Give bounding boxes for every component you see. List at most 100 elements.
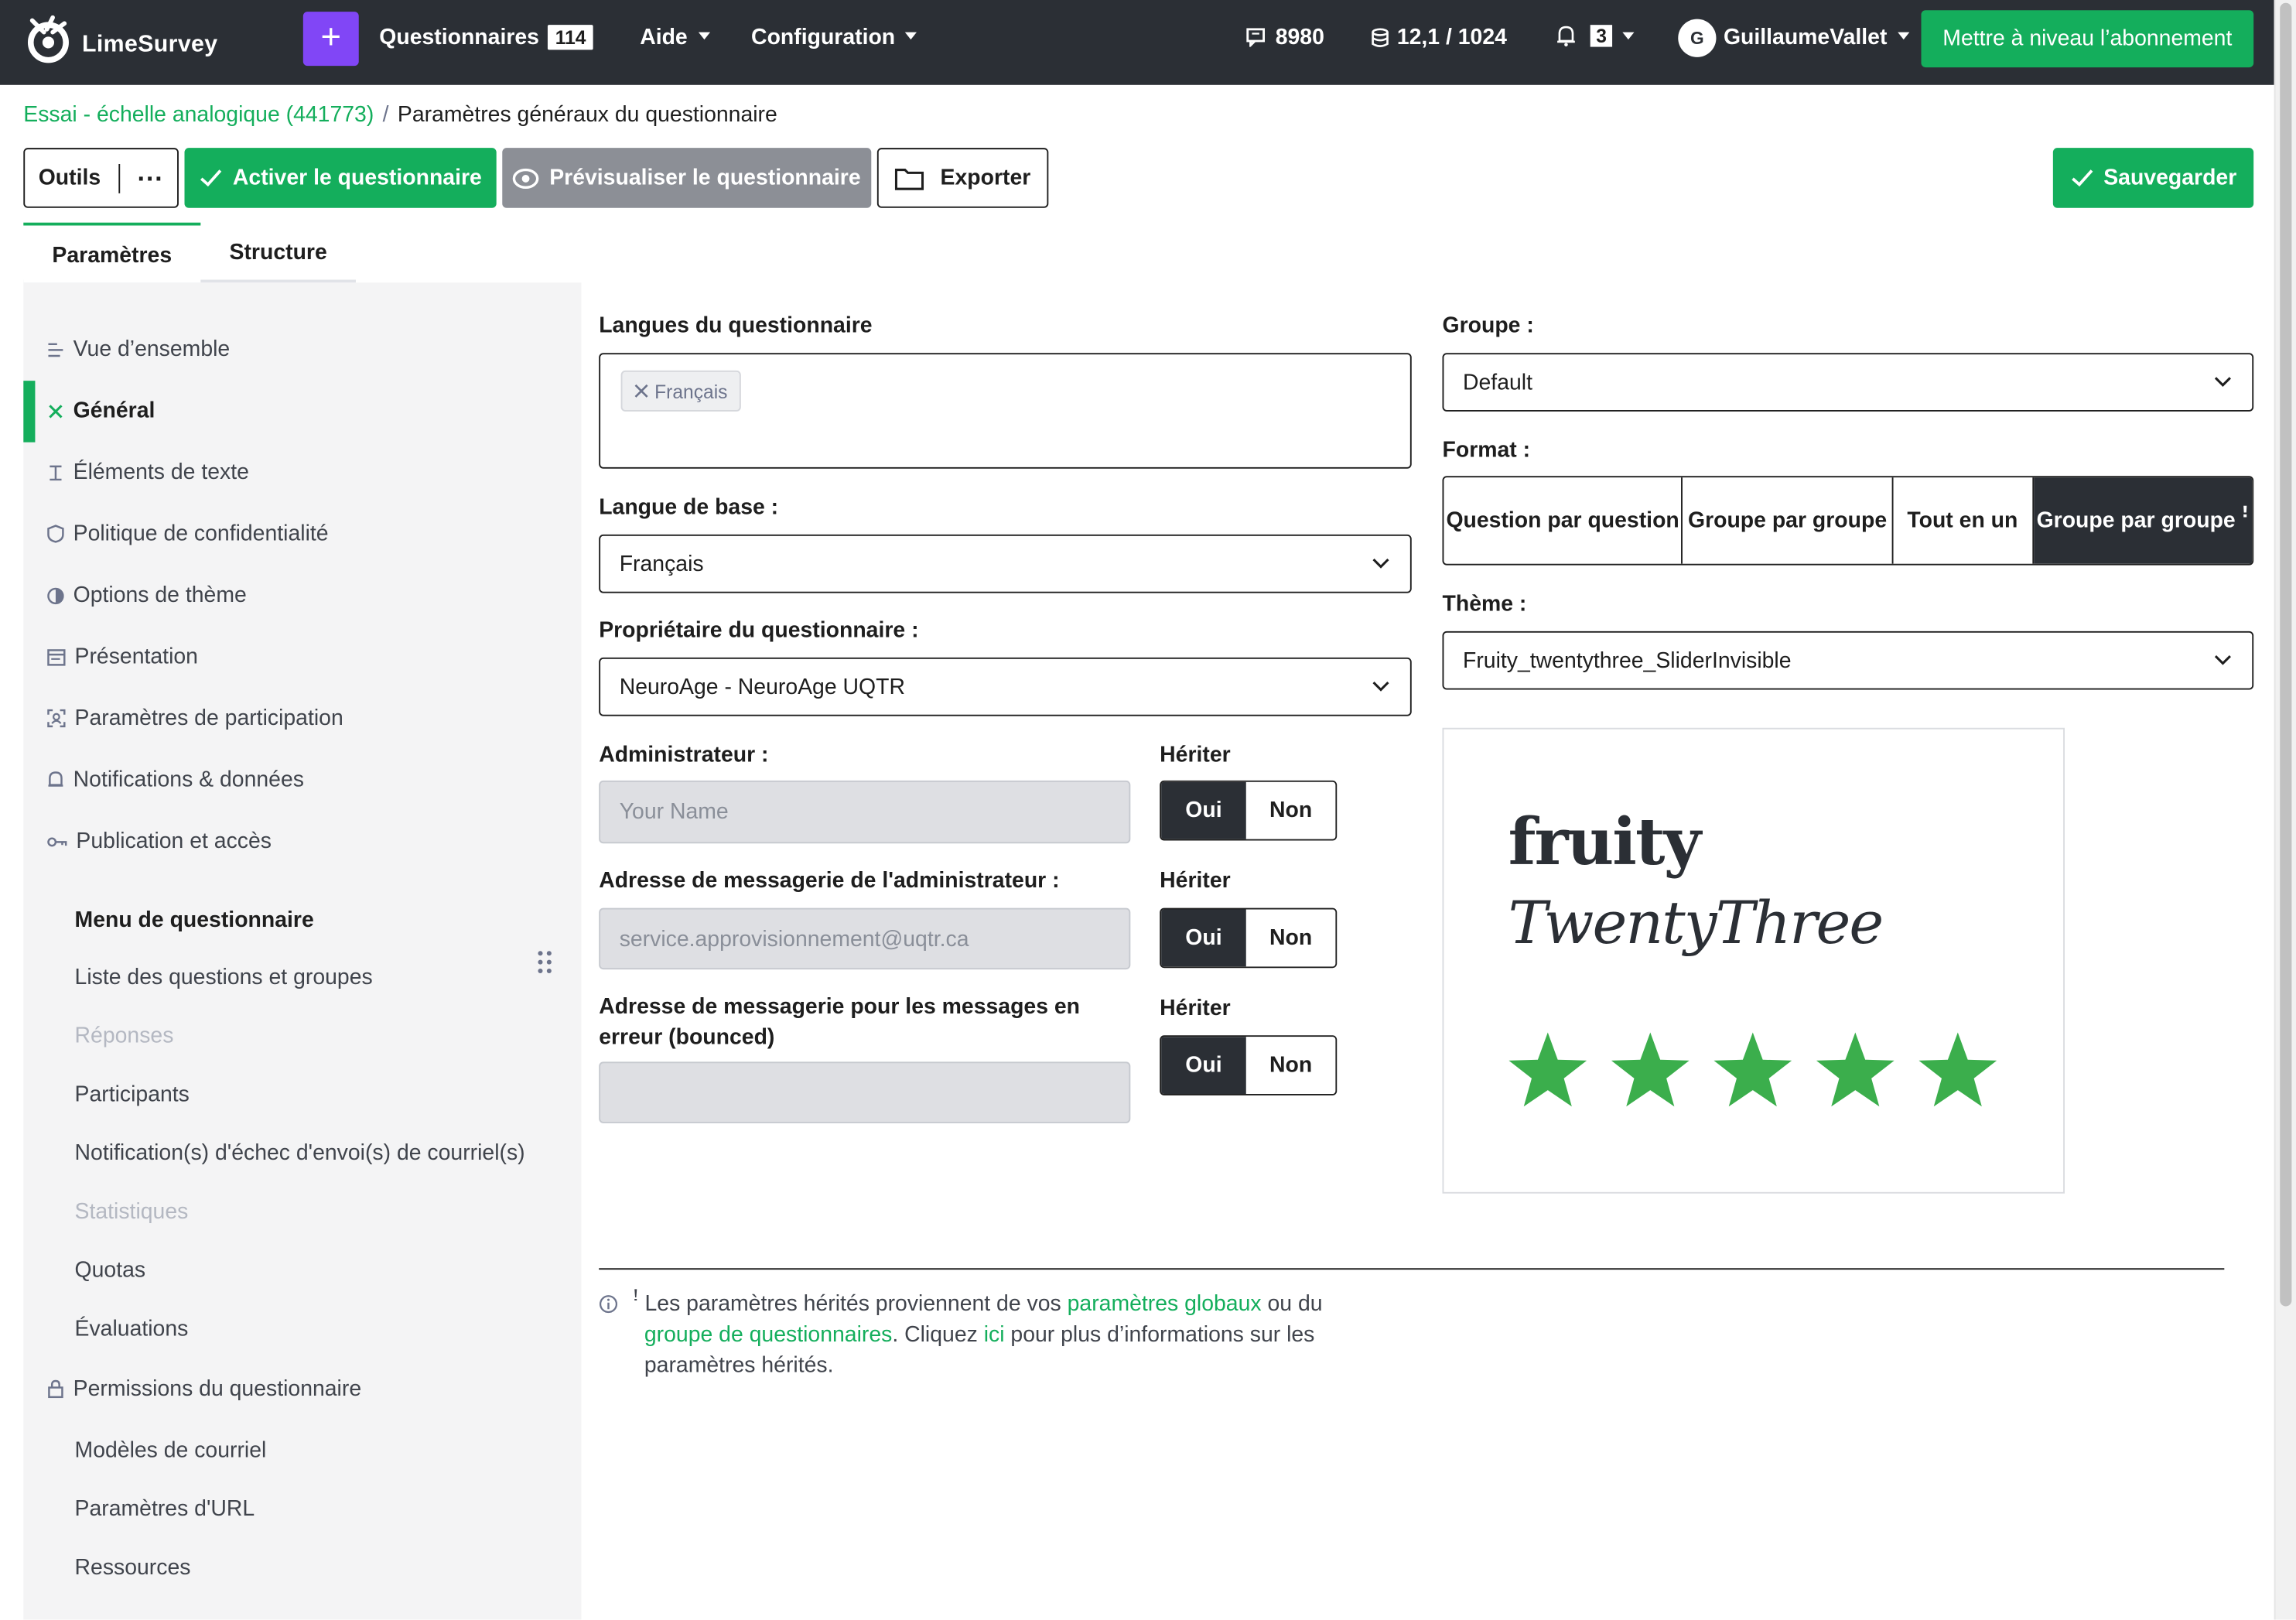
here-link[interactable]: ici: [984, 1322, 1005, 1347]
breadcrumb-survey-link[interactable]: Essai - échelle analogique (441773): [23, 103, 374, 128]
star-icon: [1816, 1032, 1895, 1107]
survey-menu-heading: Menu de questionnaire: [74, 907, 314, 933]
nav-questionnaires[interactable]: Questionnaires 114: [379, 25, 593, 50]
page-scrollbar[interactable]: [2274, 0, 2296, 1620]
global-settings-link[interactable]: paramètres globaux: [1068, 1292, 1262, 1317]
nav-config-label: Configuration: [751, 25, 896, 50]
format-option-all-in-one[interactable]: Tout en un: [1893, 477, 2034, 564]
bounce-email-label: Adresse de messagerie pour les messages …: [599, 994, 1081, 1051]
sidebar-item-publication[interactable]: Publication et accès: [47, 829, 272, 854]
preview-survey-button[interactable]: Prévisualiser le questionnaire: [502, 148, 872, 208]
star-icon: [1508, 1032, 1587, 1107]
export-label: Exporter: [940, 165, 1031, 191]
chat-icon: [1246, 28, 1265, 47]
theme-select[interactable]: Fruity_twentythree_SliderInvisible: [1442, 631, 2254, 690]
owner-select[interactable]: NeuroAge - NeuroAge UQTR: [599, 657, 1412, 716]
bounce-email-inherit-toggle[interactable]: Oui Non: [1160, 1035, 1338, 1095]
bell-icon: [1557, 26, 1575, 47]
sidebar-item-label: Notifications & données: [73, 767, 304, 793]
inherit-yes-option[interactable]: Oui: [1161, 1037, 1246, 1094]
admin-email-input[interactable]: service.approvisionnement@uqtr.ca: [599, 907, 1131, 970]
user-menu[interactable]: GuillaumeVallet: [1724, 25, 1909, 50]
check-icon: [2071, 169, 2093, 187]
logo[interactable]: LimeSurvey: [23, 12, 217, 64]
inherit-yes-option[interactable]: Oui: [1161, 781, 1246, 839]
group-select[interactable]: Default: [1442, 353, 2254, 412]
tools-label: Outils: [38, 165, 101, 191]
caret-down-icon: [1622, 32, 1635, 40]
upgrade-button[interactable]: Mettre à niveau l’abonnement: [1921, 10, 2254, 68]
admin-name-input[interactable]: Your Name: [599, 780, 1131, 844]
remove-icon[interactable]: [634, 384, 649, 398]
sidebar-item-general[interactable]: Général: [47, 398, 155, 423]
text-cursor-icon: [50, 464, 62, 480]
languages-label: Langues du questionnaire: [599, 313, 873, 339]
sidebar-item-text-elements[interactable]: Éléments de texte: [47, 460, 249, 485]
sidebar-item-participation[interactable]: Paramètres de participation: [47, 706, 343, 731]
sidebar-menu-question-list[interactable]: Liste des questions et groupes: [75, 965, 373, 989]
sidebar-item-presentation[interactable]: Présentation: [47, 644, 198, 669]
sidebar-menu-participants[interactable]: Participants: [75, 1082, 190, 1107]
format-option-inherit[interactable]: Groupe par groupe ꜝ: [2033, 477, 2253, 564]
scrollbar-thumb[interactable]: [2280, 2, 2292, 1307]
sidebar-item-permissions[interactable]: Permissions du questionnaire: [47, 1376, 362, 1402]
admin-email-inherit-toggle[interactable]: Oui Non: [1160, 907, 1338, 969]
admin-email-label: Adresse de messagerie de l'administrateu…: [599, 868, 1060, 894]
sidebar-item-label: Paramètres de participation: [74, 706, 343, 731]
language-tag-label: Français: [654, 380, 728, 402]
format-option-group[interactable]: Groupe par groupe: [1683, 477, 1894, 564]
activate-survey-button[interactable]: Activer le questionnaire: [184, 148, 497, 208]
inherit-yes-option[interactable]: Oui: [1161, 909, 1246, 967]
nav-questionnaires-label: Questionnaires: [379, 25, 539, 50]
sidebar-menu-url-params[interactable]: Paramètres d'URL: [75, 1497, 255, 1522]
bounce-email-input[interactable]: [599, 1061, 1131, 1123]
sidebar-item-notifications[interactable]: Notifications & données: [47, 767, 304, 792]
avatar[interactable]: G: [1678, 19, 1717, 57]
sidebar-menu-resources[interactable]: Ressources: [75, 1555, 191, 1580]
notifications-menu[interactable]: 3: [1556, 25, 1635, 47]
sidebar-menu-bounce-notifications[interactable]: Notification(s) d'échec d'envoi(s) de co…: [75, 1141, 525, 1166]
theme-preview-subtitle: TwentyThree: [1508, 890, 1884, 958]
sidebar-item-privacy[interactable]: Politique de confidentialité: [47, 521, 329, 546]
admin-name-placeholder: Your Name: [619, 799, 729, 825]
chevron-down-icon: [2214, 377, 2231, 387]
inherit-no-option[interactable]: Non: [1245, 1037, 1336, 1094]
brand-name: LimeSurvey: [82, 32, 218, 57]
tools-icon: [49, 404, 63, 418]
nav-help-menu[interactable]: Aide: [640, 25, 710, 50]
breadcrumb-separator: /: [382, 102, 389, 128]
caret-down-icon: [697, 32, 710, 40]
chevron-down-icon: [1372, 682, 1389, 692]
sidebar-item-overview[interactable]: Vue d’ensemble: [47, 337, 230, 362]
tools-button[interactable]: Outils ···: [23, 148, 179, 208]
inherit-no-option[interactable]: Non: [1245, 781, 1336, 839]
languages-multiselect[interactable]: Français: [599, 353, 1412, 469]
group-label: Groupe :: [1442, 313, 1534, 339]
format-segmented-control[interactable]: Question par question Groupe par groupe …: [1442, 476, 2254, 566]
sidebar-item-theme-options[interactable]: Options de thème: [47, 583, 247, 608]
survey-group-link[interactable]: groupe de questionnaires: [644, 1322, 892, 1347]
responses-stat[interactable]: 8980: [1246, 25, 1324, 50]
export-button[interactable]: Exporter: [876, 148, 1049, 208]
base-language-select[interactable]: Français: [599, 534, 1412, 593]
save-button[interactable]: Sauvegarder: [2052, 148, 2254, 208]
storage-stat[interactable]: 12,1 / 1024: [1371, 25, 1507, 50]
app-root: LimeSurvey + Questionnaires 114 Aide Conf…: [0, 0, 2296, 1620]
sidebar-menu-email-templates[interactable]: Modèles de courriel: [75, 1438, 267, 1463]
top-navbar: LimeSurvey + Questionnaires 114 Aide Conf…: [0, 0, 2274, 85]
inherit-no-option[interactable]: Non: [1245, 909, 1336, 967]
format-option-question[interactable]: Question par question: [1444, 477, 1683, 564]
drag-handle-icon[interactable]: [536, 949, 554, 976]
note-prefix: ꜝ Les paramètres hérités proviennent de …: [632, 1291, 1068, 1317]
star-icon: [1918, 1032, 1997, 1107]
create-button[interactable]: +: [302, 12, 359, 67]
nav-config-menu[interactable]: Configuration: [751, 25, 917, 50]
sidebar-menu-quotas[interactable]: Quotas: [75, 1258, 146, 1283]
sidebar-menu-assessments[interactable]: Évaluations: [75, 1317, 189, 1341]
tab-settings[interactable]: Paramètres: [23, 222, 201, 283]
tab-structure[interactable]: Structure: [200, 223, 356, 283]
language-tag[interactable]: Français: [620, 370, 741, 412]
admin-inherit-toggle[interactable]: Oui Non: [1160, 780, 1338, 841]
eye-icon: [513, 167, 539, 189]
note-mid: ou du: [1261, 1291, 1323, 1317]
